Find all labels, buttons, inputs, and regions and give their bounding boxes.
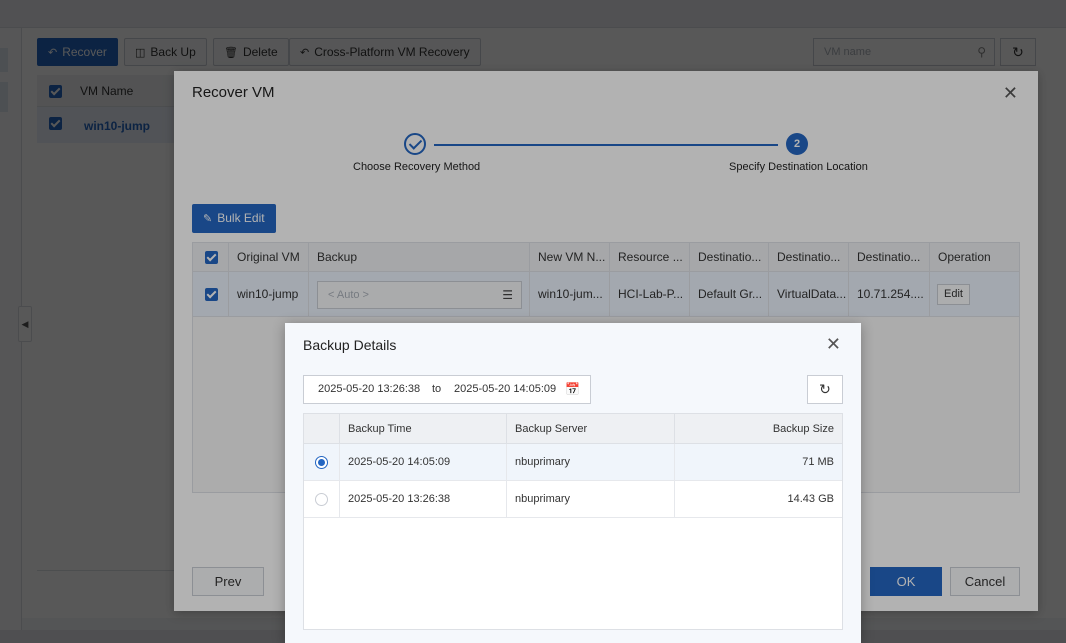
refresh-icon: ↻ (819, 381, 831, 397)
backup-details-dialog: Backup Details ✕ 2025-05-20 13:26:38 to … (285, 323, 861, 643)
backup-size-cell: 71 MB (802, 456, 834, 468)
table-row[interactable]: 2025-05-20 13:26:38 nbuprimary 14.43 GB (304, 481, 842, 518)
calendar-icon[interactable]: 📅 (565, 376, 580, 403)
column-header[interactable]: Backup Time (340, 414, 507, 443)
backup-time-cell: 2025-05-20 14:05:09 (340, 444, 507, 480)
table-header: Backup Time Backup Server Backup Size (304, 414, 842, 444)
date-range-picker[interactable]: 2025-05-20 13:26:38 to 2025-05-20 14:05:… (303, 375, 591, 404)
backup-time-cell: 2025-05-20 13:26:38 (340, 481, 507, 517)
backup-table: Backup Time Backup Server Backup Size 20… (303, 413, 843, 630)
radio-column-header (304, 414, 340, 443)
radio-cell (304, 481, 340, 517)
backup-size-cell: 14.43 GB (787, 493, 834, 505)
table-row[interactable]: 2025-05-20 14:05:09 nbuprimary 71 MB (304, 444, 842, 481)
radio-cell (304, 444, 340, 480)
date-range-separator: to (432, 383, 442, 395)
refresh-button[interactable]: ↻ (807, 375, 843, 404)
date-to[interactable]: 2025-05-20 14:05:09 (454, 376, 556, 403)
backup-server-cell: nbuprimary (507, 481, 675, 517)
date-from[interactable]: 2025-05-20 13:26:38 (318, 376, 420, 403)
dialog-title: Backup Details (303, 337, 397, 353)
backup-server-cell: nbuprimary (507, 444, 675, 480)
close-icon[interactable]: ✕ (826, 334, 841, 355)
backup-radio[interactable] (315, 493, 328, 506)
backup-radio[interactable] (315, 456, 328, 469)
column-header[interactable]: Backup Size (675, 414, 842, 443)
column-header[interactable]: Backup Server (507, 414, 675, 443)
